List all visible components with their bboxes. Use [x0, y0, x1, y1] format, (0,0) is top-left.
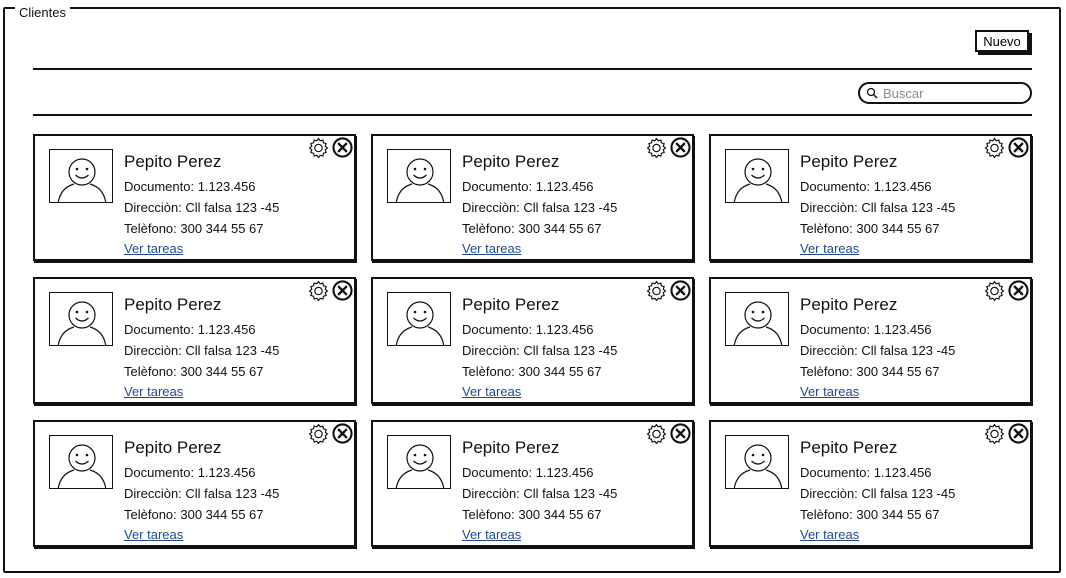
- client-card: Pepito Perez Documento: 1.123.456 Direcc…: [33, 134, 356, 261]
- panel-title: Clientes: [15, 6, 70, 20]
- client-name: Pepito Perez: [800, 295, 898, 314]
- client-card: Pepito Perez Documento: 1.123.456 Direcc…: [33, 420, 356, 547]
- client-document: Documento: 1.123.456: [800, 322, 932, 337]
- view-tasks-link[interactable]: Ver tareas: [800, 527, 859, 542]
- client-phone: Telèfono: 300 344 55 67: [800, 364, 940, 379]
- client-phone: Telèfono: 300 344 55 67: [124, 507, 264, 522]
- avatar-icon: [387, 435, 451, 489]
- client-document: Documento: 1.123.456: [124, 465, 256, 480]
- close-icon[interactable]: [1008, 423, 1029, 444]
- client-address: Direcciòn: Cll falsa 123 -45: [124, 486, 280, 501]
- client-name: Pepito Perez: [462, 438, 560, 457]
- divider-bottom: [33, 114, 1032, 116]
- client-address: Direcciòn: Cll falsa 123 -45: [800, 343, 956, 358]
- avatar-icon: [725, 149, 789, 203]
- client-phone: Telèfono: 300 344 55 67: [462, 221, 602, 236]
- client-address: Direcciòn: Cll falsa 123 -45: [124, 200, 280, 215]
- client-name: Pepito Perez: [124, 152, 222, 171]
- client-document: Documento: 1.123.456: [124, 179, 256, 194]
- client-document: Documento: 1.123.456: [462, 322, 594, 337]
- close-icon[interactable]: [1008, 280, 1029, 301]
- avatar-icon: [725, 292, 789, 346]
- client-phone: Telèfono: 300 344 55 67: [800, 507, 940, 522]
- client-name: Pepito Perez: [800, 438, 898, 457]
- close-icon[interactable]: [670, 280, 691, 301]
- view-tasks-link[interactable]: Ver tareas: [124, 241, 183, 256]
- client-document: Documento: 1.123.456: [800, 179, 932, 194]
- view-tasks-link[interactable]: Ver tareas: [462, 384, 521, 399]
- close-icon[interactable]: [332, 423, 353, 444]
- view-tasks-link[interactable]: Ver tareas: [124, 384, 183, 399]
- client-name: Pepito Perez: [124, 295, 222, 314]
- client-address: Direcciòn: Cll falsa 123 -45: [462, 343, 618, 358]
- client-document: Documento: 1.123.456: [462, 465, 594, 480]
- client-card: Pepito Perez Documento: 1.123.456 Direcc…: [709, 134, 1032, 261]
- client-address: Direcciòn: Cll falsa 123 -45: [124, 343, 280, 358]
- close-icon[interactable]: [670, 423, 691, 444]
- client-phone: Telèfono: 300 344 55 67: [124, 221, 264, 236]
- client-address: Direcciòn: Cll falsa 123 -45: [800, 486, 956, 501]
- view-tasks-link[interactable]: Ver tareas: [124, 527, 183, 542]
- client-document: Documento: 1.123.456: [124, 322, 256, 337]
- client-name: Pepito Perez: [800, 152, 898, 171]
- client-name: Pepito Perez: [124, 438, 222, 457]
- client-card: Pepito Perez Documento: 1.123.456 Direcc…: [371, 420, 694, 547]
- client-card-grid: Pepito Perez Documento: 1.123.456 Direcc…: [33, 134, 1033, 548]
- avatar-icon: [49, 435, 113, 489]
- client-phone: Telèfono: 300 344 55 67: [124, 364, 264, 379]
- avatar-icon: [49, 149, 113, 203]
- client-card: Pepito Perez Documento: 1.123.456 Direcc…: [709, 420, 1032, 547]
- avatar-icon: [387, 292, 451, 346]
- client-address: Direcciòn: Cll falsa 123 -45: [462, 486, 618, 501]
- close-icon[interactable]: [670, 137, 691, 158]
- client-phone: Telèfono: 300 344 55 67: [800, 221, 940, 236]
- view-tasks-link[interactable]: Ver tareas: [800, 384, 859, 399]
- avatar-icon: [387, 149, 451, 203]
- client-document: Documento: 1.123.456: [800, 465, 932, 480]
- client-name: Pepito Perez: [462, 152, 560, 171]
- search-box[interactable]: [858, 82, 1032, 104]
- close-icon[interactable]: [1008, 137, 1029, 158]
- client-phone: Telèfono: 300 344 55 67: [462, 507, 602, 522]
- client-document: Documento: 1.123.456: [462, 179, 594, 194]
- client-card: Pepito Perez Documento: 1.123.456 Direcc…: [371, 134, 694, 261]
- new-client-button[interactable]: Nuevo: [975, 30, 1029, 52]
- search-icon: [866, 87, 878, 99]
- client-address: Direcciòn: Cll falsa 123 -45: [462, 200, 618, 215]
- client-name: Pepito Perez: [462, 295, 560, 314]
- view-tasks-link[interactable]: Ver tareas: [462, 241, 521, 256]
- view-tasks-link[interactable]: Ver tareas: [800, 241, 859, 256]
- client-card: Pepito Perez Documento: 1.123.456 Direcc…: [709, 277, 1032, 404]
- close-icon[interactable]: [332, 280, 353, 301]
- divider-top: [33, 68, 1032, 70]
- avatar-icon: [49, 292, 113, 346]
- client-card: Pepito Perez Documento: 1.123.456 Direcc…: [33, 277, 356, 404]
- avatar-icon: [725, 435, 789, 489]
- close-icon[interactable]: [332, 137, 353, 158]
- view-tasks-link[interactable]: Ver tareas: [462, 527, 521, 542]
- client-card: Pepito Perez Documento: 1.123.456 Direcc…: [371, 277, 694, 404]
- search-input[interactable]: [881, 84, 1025, 102]
- client-address: Direcciòn: Cll falsa 123 -45: [800, 200, 956, 215]
- client-phone: Telèfono: 300 344 55 67: [462, 364, 602, 379]
